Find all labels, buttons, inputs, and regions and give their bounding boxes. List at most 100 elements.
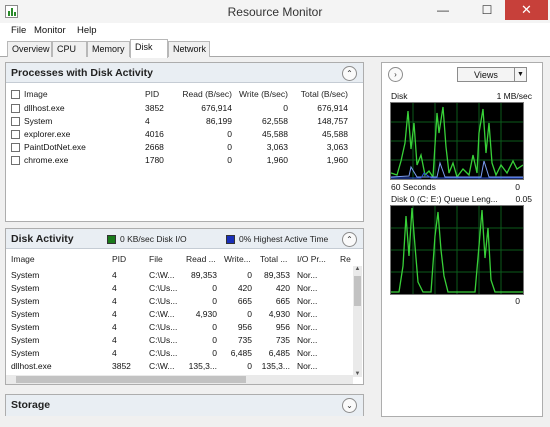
row-prio: Nor... xyxy=(297,348,318,358)
scroll-down-arrow-icon[interactable]: ▼ xyxy=(353,371,362,377)
row-checkbox[interactable] xyxy=(11,156,20,165)
processes-panel: Processes with Disk Activity ⌃ Image PID… xyxy=(5,62,364,222)
row-read: 4,930 xyxy=(195,309,217,319)
row-image: System xyxy=(11,322,40,332)
disk-activity-panel-header[interactable]: Disk Activity 0 KB/sec Disk I/O 0% Highe… xyxy=(6,229,363,249)
row-pid: 4 xyxy=(112,270,117,280)
disk-io-legend-swatch xyxy=(107,235,116,244)
row-total: 3,063 xyxy=(326,142,348,152)
column-header-write[interactable]: Write (B/sec) xyxy=(232,89,288,99)
table-row[interactable]: PaintDotNet.exe 2668 0 3,063 3,063 xyxy=(6,141,363,154)
row-file: C:\Us... xyxy=(149,322,178,332)
row-image: System xyxy=(11,309,40,319)
disk-io-legend: 0 KB/sec Disk I/O xyxy=(120,234,187,244)
table-row[interactable]: System 4 C:\Us... 0 6,485 6,485 Nor... xyxy=(6,347,353,360)
table-row[interactable]: System 4 C:\Us... 0 956 956 Nor... xyxy=(6,321,353,334)
disk-activity-table-header: Image PID File Read ... Write... Total .… xyxy=(6,253,363,266)
row-write: 0 xyxy=(247,361,252,371)
maximize-button[interactable]: ☐ xyxy=(474,0,500,20)
collapse-up-icon[interactable]: ⌃ xyxy=(342,232,357,247)
disk-graph-plot xyxy=(390,103,524,179)
table-row[interactable]: System 4 C:\W... 4,930 0 4,930 Nor... xyxy=(6,308,353,321)
row-prio: Nor... xyxy=(297,322,318,332)
row-checkbox[interactable] xyxy=(11,117,20,126)
row-read: 0 xyxy=(212,335,217,345)
row-pid: 4 xyxy=(145,116,150,126)
expand-down-icon[interactable]: ⌄ xyxy=(342,398,357,413)
row-image: dllhost.exe xyxy=(24,103,65,113)
column-header-image[interactable]: Image xyxy=(24,89,48,99)
storage-panel-header[interactable]: Storage ⌄ xyxy=(6,395,363,416)
table-row[interactable]: explorer.exe 4016 0 45,588 45,588 xyxy=(6,128,363,141)
table-row[interactable]: System 4 86,199 62,558 148,757 xyxy=(6,115,363,128)
tab-disk[interactable]: Disk xyxy=(130,39,168,58)
window-title: Resource Monitor xyxy=(227,5,323,19)
table-row[interactable]: System 4 C:\Us... 0 665 665 Nor... xyxy=(6,295,353,308)
row-image: chrome.exe xyxy=(24,155,69,165)
tab-memory[interactable]: Memory xyxy=(87,41,130,57)
column-header-read[interactable]: Read ... xyxy=(186,254,216,264)
active-time-legend-swatch xyxy=(226,235,235,244)
row-read: 135,3... xyxy=(188,361,217,371)
table-row[interactable]: dllhost.exe 3852 C:\W... 135,3... 0 135,3... N… xyxy=(6,360,353,371)
menu-file[interactable]: File xyxy=(11,25,26,36)
column-header-io-priority[interactable]: I/O Pr... xyxy=(297,254,326,264)
tab-network[interactable]: Network xyxy=(168,41,210,57)
row-file: C:\Us... xyxy=(149,283,178,293)
column-header-total[interactable]: Total ... xyxy=(260,254,287,264)
row-checkbox[interactable] xyxy=(11,143,20,152)
row-total: 956 xyxy=(275,322,290,332)
scroll-thumb[interactable] xyxy=(354,276,361,306)
row-file: C:\W... xyxy=(149,270,175,280)
table-row[interactable]: System 4 C:\W... 89,353 0 89,353 Nor... xyxy=(6,269,353,282)
processes-panel-header[interactable]: Processes with Disk Activity ⌃ xyxy=(6,63,363,83)
horizontal-scroll-thumb[interactable] xyxy=(16,376,246,383)
menu-help[interactable]: Help xyxy=(77,25,97,36)
disk-graph-time: 60 Seconds xyxy=(391,182,436,192)
row-file: C:\W... xyxy=(149,361,175,371)
tab-overview[interactable]: Overview xyxy=(7,41,52,57)
column-header-response-time[interactable]: Re xyxy=(340,254,352,264)
column-header-total[interactable]: Total (B/sec) xyxy=(290,89,348,99)
menu-monitor[interactable]: Monitor xyxy=(34,25,66,36)
column-header-pid[interactable]: PID xyxy=(112,254,126,264)
tab-cpu[interactable]: CPU xyxy=(52,41,87,57)
table-row[interactable]: System 4 C:\Us... 0 735 735 Nor... xyxy=(6,334,353,347)
row-checkbox[interactable] xyxy=(11,104,20,113)
views-dropdown[interactable]: Views ▼ xyxy=(457,67,527,82)
column-header-file[interactable]: File xyxy=(149,254,163,264)
title-bar: Resource Monitor — ☐ ✕ xyxy=(0,0,550,23)
row-checkbox[interactable] xyxy=(11,130,20,139)
collapse-up-icon[interactable]: ⌃ xyxy=(342,66,357,81)
column-header-pid[interactable]: PID xyxy=(145,89,159,99)
close-button[interactable]: ✕ xyxy=(505,0,548,20)
menu-bar: File Monitor Help xyxy=(0,23,550,39)
column-header-image[interactable]: Image xyxy=(11,254,35,264)
horizontal-scrollbar[interactable] xyxy=(6,375,353,384)
row-total: 676,914 xyxy=(317,103,348,113)
processes-table-header: Image PID Read (B/sec) Write (B/sec) Tot… xyxy=(6,88,363,101)
graph-panel: › Views ▼ Disk 1 MB/sec 60 Seconds 0 Dis… xyxy=(381,62,543,417)
row-total: 45,588 xyxy=(322,129,348,139)
row-write: 735 xyxy=(237,335,252,345)
vertical-scrollbar[interactable]: ▲ ▼ xyxy=(353,266,362,377)
column-header-write[interactable]: Write... xyxy=(224,254,251,264)
disk-graph-scale: 1 MB/sec xyxy=(496,91,532,101)
row-image: System xyxy=(24,116,53,126)
minimize-button[interactable]: — xyxy=(430,0,456,20)
chevron-right-icon[interactable]: › xyxy=(388,67,403,82)
select-all-checkbox[interactable] xyxy=(11,90,20,99)
scroll-up-arrow-icon[interactable]: ▲ xyxy=(353,266,362,272)
row-pid: 4 xyxy=(112,296,117,306)
row-read: 89,353 xyxy=(191,270,217,280)
row-file: C:\Us... xyxy=(149,348,178,358)
column-header-read[interactable]: Read (B/sec) xyxy=(176,89,232,99)
table-row[interactable]: chrome.exe 1780 0 1,960 1,960 xyxy=(6,154,363,167)
table-row[interactable]: dllhost.exe 3852 676,914 0 676,914 xyxy=(6,102,363,115)
table-row[interactable]: System 4 C:\Us... 0 420 420 Nor... xyxy=(6,282,353,295)
queue-graph-min: 0 xyxy=(515,296,520,306)
disk-activity-rows: System 4 C:\W... 89,353 0 89,353 Nor... System 4… xyxy=(6,269,353,371)
row-total: 4,930 xyxy=(268,309,290,319)
chevron-down-icon[interactable]: ▼ xyxy=(514,68,526,81)
row-read: 0 xyxy=(227,155,232,165)
